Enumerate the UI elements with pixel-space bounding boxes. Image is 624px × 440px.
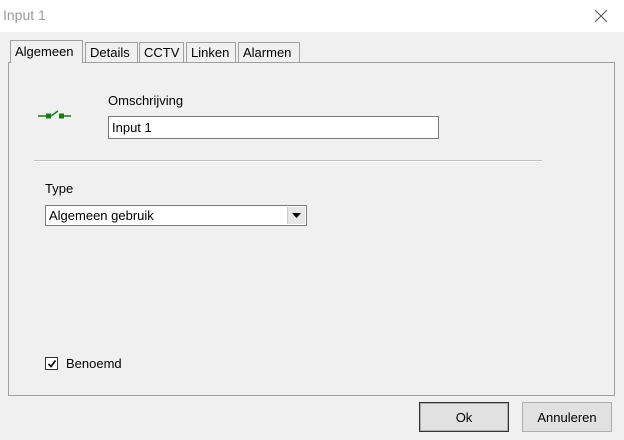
- tab-panel: [8, 62, 615, 396]
- tab-details[interactable]: Details: [85, 42, 138, 62]
- tab-alarmen[interactable]: Alarmen: [238, 42, 300, 62]
- tab-label: CCTV: [144, 45, 180, 60]
- ok-button[interactable]: Ok: [419, 402, 509, 432]
- named-checkbox[interactable]: [45, 357, 58, 370]
- dropdown-button[interactable]: [287, 207, 305, 224]
- type-label: Type: [45, 181, 74, 196]
- tab-algemeen[interactable]: Algemeen: [10, 40, 83, 63]
- cancel-button[interactable]: Annuleren: [522, 402, 612, 432]
- close-icon: [594, 9, 608, 23]
- named-label: Benoemd: [66, 356, 122, 371]
- description-label: Omschrijving: [108, 93, 184, 108]
- type-select-value: Algemeen gebruik: [49, 208, 154, 223]
- input-switch-icon: [38, 110, 71, 119]
- tab-label: Details: [90, 45, 130, 60]
- type-select[interactable]: Algemeen gebruik: [45, 205, 307, 226]
- tab-label: Alarmen: [243, 45, 292, 60]
- separator: [34, 160, 542, 162]
- checkmark-icon: [47, 359, 56, 368]
- close-button[interactable]: [578, 0, 624, 32]
- title-bar: Input 1: [0, 0, 624, 32]
- tab-label: Linken: [191, 45, 230, 60]
- description-field[interactable]: [108, 116, 439, 139]
- window-title: Input 1: [3, 7, 46, 23]
- tab-label: Algemeen: [15, 44, 74, 59]
- tab-linken[interactable]: Linken: [186, 42, 236, 62]
- chevron-down-icon: [292, 213, 301, 218]
- tab-cctv[interactable]: CCTV: [139, 42, 184, 62]
